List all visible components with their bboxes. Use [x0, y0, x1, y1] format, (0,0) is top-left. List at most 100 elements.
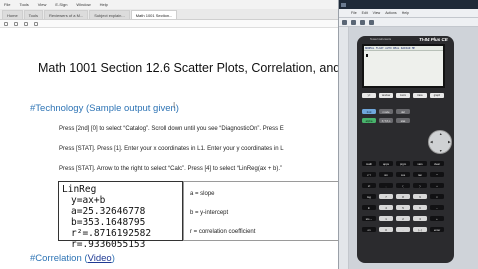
viewer-toolbar: [0, 20, 338, 28]
calc-key-r3-c3[interactable]: tan: [413, 172, 427, 177]
definition-correlation: r = correlation coefficient: [190, 229, 256, 235]
calc-key-r8-c0[interactable]: on: [362, 227, 376, 232]
calc-key-r0-c1[interactable]: mode: [379, 109, 393, 114]
calc-key-r3-c1[interactable]: sin: [379, 172, 393, 177]
calculator-status-bar: NORMAL FLOAT AUTO REAL RADIAN MP: [364, 46, 443, 51]
calculator-cursor: [366, 54, 368, 57]
calc-key-r4-c3[interactable]: ): [413, 183, 427, 188]
definition-intercept: b = y-intercept: [190, 210, 229, 216]
key-graph[interactable]: graph: [430, 93, 444, 98]
linreg-line-a: a=25.32646778: [71, 206, 146, 217]
calc-key-r3-c0[interactable]: x⁻¹: [362, 172, 376, 177]
calc-key-r2-c4[interactable]: clear: [430, 161, 444, 166]
calc-key-r2-c1[interactable]: apps: [379, 161, 393, 166]
tab-home[interactable]: Home: [2, 10, 23, 19]
menu-item-view[interactable]: View: [38, 0, 47, 9]
calc-key-r4-c0[interactable]: x²: [362, 183, 376, 188]
calc-key-r8-c1[interactable]: 0: [379, 227, 393, 232]
emulator-settings-icon[interactable]: [369, 19, 374, 25]
calc-key-r5-c1[interactable]: 7: [379, 194, 393, 199]
calc-key-r6-c0[interactable]: ln: [362, 205, 376, 210]
menu-item-tools[interactable]: Tools: [19, 0, 28, 9]
calc-key-r7-c0[interactable]: sto→: [362, 216, 376, 221]
tab-tools[interactable]: Tools: [23, 10, 44, 19]
calc-key-r6-c3[interactable]: 6: [413, 205, 427, 210]
menu-bar: File Tools View E-Sign Window Help: [0, 0, 338, 9]
calc-key-r1-c0[interactable]: alpha: [362, 118, 376, 123]
linreg-line-r2: r²=.8716192582: [71, 228, 152, 239]
emulator-screen-icon[interactable]: [351, 19, 356, 25]
pdf-viewer-window: File Tools View E-Sign Window Help Home …: [0, 0, 338, 269]
menu-item-esign[interactable]: E-Sign: [55, 0, 67, 9]
sample-output-link[interactable]: Sample output given: [89, 103, 176, 114]
arrow-right-icon[interactable]: ▶: [448, 140, 451, 144]
video-link[interactable]: Video: [88, 253, 112, 264]
correlation-heading-text: #Correlation (: [30, 253, 88, 264]
calculator-arrow-pad[interactable]: ▲ ▼ ◀ ▶: [428, 130, 452, 154]
calc-key-r0-c2[interactable]: del: [396, 109, 410, 114]
calc-key-r7-c4[interactable]: +: [430, 216, 444, 221]
calc-key-r5-c0[interactable]: log: [362, 194, 376, 199]
calculator-model: TI-84 Plus CE: [419, 37, 448, 42]
arrow-left-icon[interactable]: ◀: [430, 140, 433, 144]
text-cursor-icon: I: [173, 101, 176, 110]
calc-key-r6-c4[interactable]: −: [430, 205, 444, 210]
emulator-logo-icon: [341, 2, 346, 7]
tab-reviewers[interactable]: Reviewers of a M...: [44, 10, 89, 19]
calc-key-r1-c2[interactable]: stat: [396, 118, 410, 123]
save-icon[interactable]: [4, 21, 8, 26]
calc-key-r4-c2[interactable]: (: [396, 183, 410, 188]
emulator-keypad-icon[interactable]: [342, 19, 347, 25]
key-trace[interactable]: trace: [413, 93, 427, 98]
key-window[interactable]: window: [379, 93, 393, 98]
calc-key-r0-c0[interactable]: 2nd: [362, 109, 376, 114]
correlation-heading: #Correlation (Video): [30, 253, 115, 264]
calc-key-r1-c1[interactable]: X,T,θ,n: [379, 118, 393, 123]
tab-subject[interactable]: Subject explain...: [89, 10, 130, 19]
emulator-capture-icon[interactable]: [360, 19, 365, 25]
linreg-line-equation: y=ax+b: [71, 195, 106, 206]
menu-item-window[interactable]: Window: [76, 0, 90, 9]
menu-item-file[interactable]: File: [4, 0, 10, 9]
calc-key-r8-c2[interactable]: .: [396, 227, 410, 232]
calc-key-r3-c4[interactable]: ^: [430, 172, 444, 177]
zoom-icon[interactable]: [34, 21, 38, 26]
calc-key-r3-c2[interactable]: cos: [396, 172, 410, 177]
calc-key-r7-c2[interactable]: 2: [396, 216, 410, 221]
print-icon[interactable]: [14, 21, 18, 26]
emu-menu-help[interactable]: Help: [402, 11, 409, 15]
calc-key-r4-c1[interactable]: ,: [379, 183, 393, 188]
emu-menu-view[interactable]: View: [373, 11, 381, 15]
emulator-title-bar: [339, 0, 478, 9]
emu-menu-file[interactable]: File: [351, 11, 357, 15]
calc-key-r8-c3[interactable]: (−): [413, 227, 427, 232]
calc-key-r7-c3[interactable]: 3: [413, 216, 427, 221]
calc-key-r6-c2[interactable]: 5: [396, 205, 410, 210]
calc-key-r2-c0[interactable]: math: [362, 161, 376, 166]
calc-key-r5-c4[interactable]: ×: [430, 194, 444, 199]
arrow-down-icon[interactable]: ▼: [439, 149, 442, 153]
emu-menu-actions[interactable]: Actions: [385, 11, 396, 15]
emulator-menu-bar: File Edit View Actions Help: [339, 9, 478, 18]
key-y[interactable]: y=: [362, 93, 376, 98]
calc-key-r5-c3[interactable]: 9: [413, 194, 427, 199]
calc-key-r6-c1[interactable]: 4: [379, 205, 393, 210]
calc-key-r8-c4[interactable]: enter: [430, 227, 444, 232]
correlation-heading-close: ): [111, 253, 115, 264]
calc-key-r5-c2[interactable]: 8: [396, 194, 410, 199]
tab-math-1001[interactable]: Math 1001 Section...: [130, 10, 178, 19]
calc-key-r4-c4[interactable]: ÷: [430, 183, 444, 188]
emulator-side-panel: [339, 27, 349, 269]
technology-heading-close: ): [175, 103, 179, 114]
menu-item-help[interactable]: Help: [100, 0, 108, 9]
calc-key-r2-c3[interactable]: vars: [413, 161, 427, 166]
arrow-up-icon[interactable]: ▲: [439, 132, 442, 136]
tab-strip: Home Tools Reviewers of a M... Subject e…: [0, 9, 338, 20]
emu-menu-edit[interactable]: Edit: [362, 11, 368, 15]
linreg-line-b: b=353.1648795: [71, 217, 146, 228]
search-icon[interactable]: [24, 21, 28, 26]
calc-key-r7-c1[interactable]: 1: [379, 216, 393, 221]
key-zoom[interactable]: zoom: [396, 93, 410, 98]
instruction-diagnostic: Press [2nd] [0] to select “Catalog”. Scr…: [59, 126, 284, 132]
calc-key-r2-c2[interactable]: prgm: [396, 161, 410, 166]
